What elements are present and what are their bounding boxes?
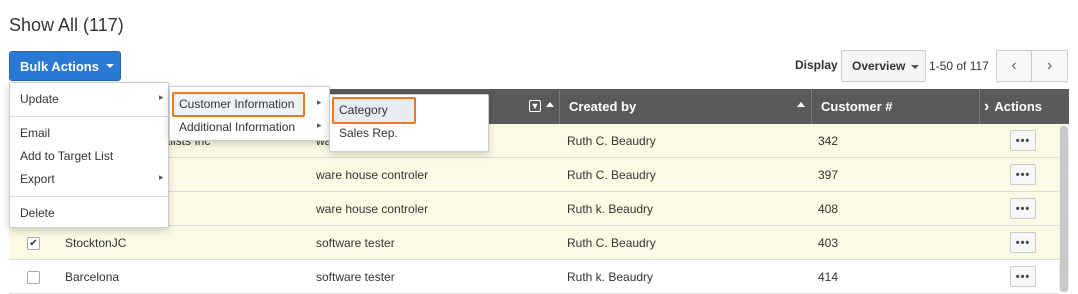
row-actions-button[interactable]: ••• <box>1010 164 1036 185</box>
row-customer-number: 408 <box>818 202 839 216</box>
chevron-right-icon: › <box>984 97 990 115</box>
row-title: ware house controler <box>316 202 429 216</box>
display-select-value: Overview <box>852 59 906 73</box>
pagination-range: 1-50 of 117 <box>929 59 989 73</box>
row-name: StocktonJC <box>65 236 127 250</box>
sort-asc-icon[interactable] <box>546 102 554 107</box>
row-checkbox[interactable]: ✔ <box>27 237 40 250</box>
menu-item-export[interactable]: Export <box>20 172 55 186</box>
row-created-by: Ruth k. Beaudry <box>567 270 654 284</box>
menu-item-customer-information[interactable]: Customer Information <box>179 97 294 111</box>
row-created-by: Ruth C. Beaudry <box>567 168 656 182</box>
submenu-arrow-icon: ▸ <box>317 120 322 130</box>
row-checkbox[interactable] <box>27 271 40 284</box>
row-title: software tester <box>316 270 395 284</box>
table-scrollbar[interactable] <box>1059 124 1069 292</box>
menu-item-sales-rep[interactable]: Sales Rep. <box>339 126 398 140</box>
menu-item-category[interactable]: Category <box>339 103 388 117</box>
row-name: Barcelona <box>65 270 120 284</box>
row-title: software tester <box>316 236 395 250</box>
row-created-by: Ruth C. Beaudry <box>567 236 656 250</box>
row-actions-button[interactable]: ••• <box>1010 130 1036 151</box>
menu-item-add-to-target-list[interactable]: Add to Target List <box>20 149 113 163</box>
submenu-arrow-icon: ▸ <box>159 172 164 182</box>
customer-information-submenu: Category Sales Rep. <box>329 94 489 152</box>
display-select[interactable]: Overview <box>841 50 926 82</box>
bulk-actions-menu: Update ▸ Email Add to Target List Export… <box>9 82 169 228</box>
prev-page-button[interactable]: ‹ <box>996 50 1032 82</box>
chevron-right-icon: › <box>1046 57 1053 74</box>
page-title: Show All (117) <box>9 15 124 35</box>
row-actions-button[interactable]: ••• <box>1010 232 1036 253</box>
row-customer-number: 403 <box>818 236 839 250</box>
table-row[interactable]: Barcelona software tester Ruth k. Beaudr… <box>9 260 1059 294</box>
column-header-customer-number[interactable]: Customer # <box>811 89 979 124</box>
row-customer-number: 397 <box>818 168 839 182</box>
sort-asc-icon[interactable] <box>797 102 805 107</box>
table-row[interactable]: ✔ StocktonJC software tester Ruth C. Bea… <box>9 226 1059 260</box>
update-submenu: Customer Information ▸ Additional Inform… <box>169 86 330 141</box>
column-header-label: Customer # <box>821 99 893 114</box>
display-label: Display <box>795 58 838 72</box>
caret-down-icon <box>911 65 919 69</box>
chevron-left-icon: ‹ <box>1011 57 1017 74</box>
filter-icon[interactable]: ▼ <box>529 100 541 112</box>
column-header-label: Actions <box>994 99 1042 114</box>
column-header-actions[interactable]: › Actions <box>979 89 1069 124</box>
next-page-button[interactable]: › <box>1032 50 1068 82</box>
column-header-created-by[interactable]: Created by <box>559 89 811 124</box>
menu-item-additional-information[interactable]: Additional Information <box>179 120 295 134</box>
menu-divider <box>10 196 168 197</box>
row-title: ware house controler <box>316 168 429 182</box>
menu-divider <box>10 116 168 117</box>
column-header-label: Created by <box>569 99 637 114</box>
menu-item-update[interactable]: Update <box>20 92 59 106</box>
row-actions-button[interactable]: ••• <box>1010 266 1036 287</box>
scrollbar-thumb[interactable] <box>1060 126 1068 292</box>
caret-down-icon <box>105 64 114 68</box>
row-customer-number: 342 <box>818 134 839 148</box>
menu-item-email[interactable]: Email <box>20 126 50 140</box>
row-created-by: Ruth C. Beaudry <box>567 134 656 148</box>
submenu-arrow-icon: ▸ <box>317 97 322 107</box>
row-customer-number: 414 <box>818 270 839 284</box>
bulk-actions-label: Bulk Actions <box>20 58 99 74</box>
row-created-by: Ruth k. Beaudry <box>567 202 654 216</box>
row-actions-button[interactable]: ••• <box>1010 198 1036 219</box>
submenu-arrow-icon: ▸ <box>159 92 164 102</box>
bulk-actions-button[interactable]: Bulk Actions <box>9 51 121 81</box>
menu-item-delete[interactable]: Delete <box>20 206 55 220</box>
